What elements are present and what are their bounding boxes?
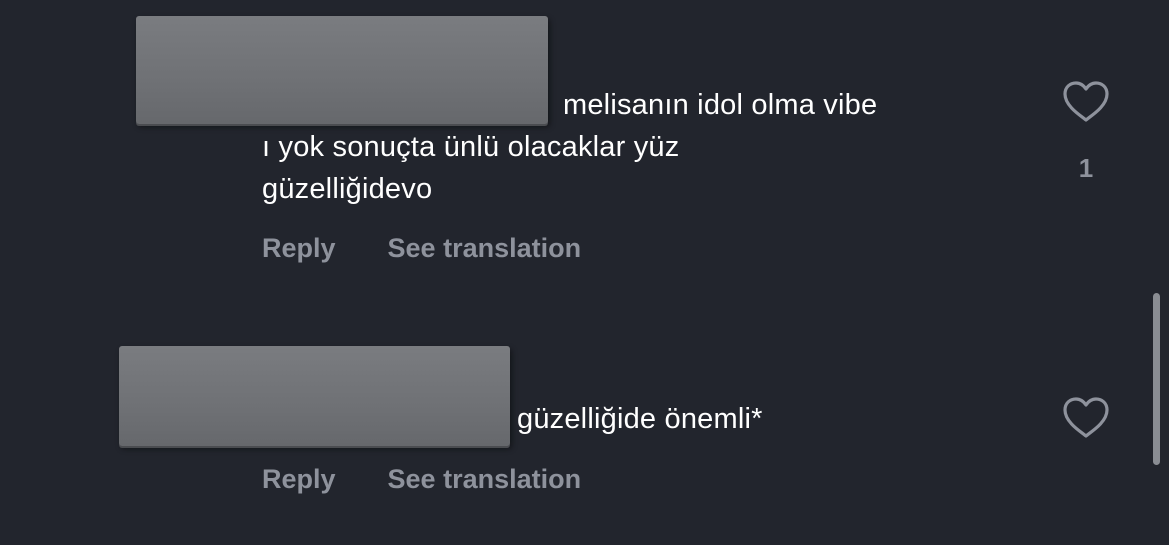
heart-outline-icon: [1063, 397, 1109, 438]
scrollbar-thumb[interactable]: [1153, 293, 1160, 465]
like-button[interactable]: [1061, 396, 1111, 440]
reply-button[interactable]: Reply: [262, 464, 336, 495]
see-translation-button[interactable]: See translation: [388, 464, 582, 495]
comment-item: güzelliğide önemli* Reply See translatio…: [0, 0, 1169, 545]
comment-text-first-line: güzelliğide önemli*: [517, 403, 763, 435]
redacted-username-block: [119, 346, 510, 446]
comment-actions: Reply See translation: [262, 464, 581, 495]
